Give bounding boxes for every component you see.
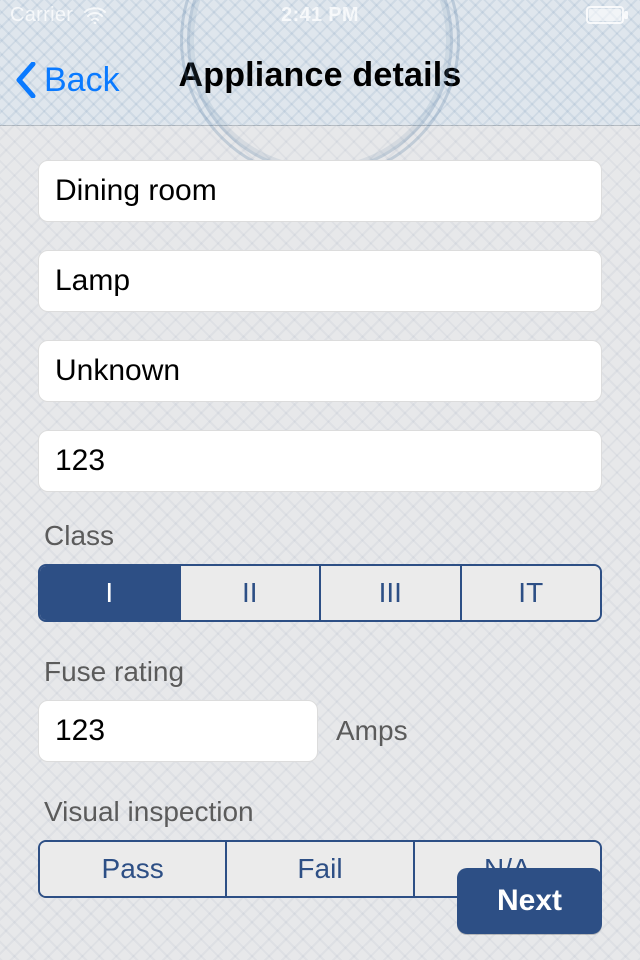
next-button[interactable]: Next	[457, 868, 602, 934]
class-segmented[interactable]: IIIIIIIT	[38, 564, 602, 622]
appliance-field[interactable]	[38, 250, 602, 312]
class-option-it[interactable]: IT	[460, 566, 601, 620]
appliance-input[interactable]	[55, 264, 585, 298]
wifi-icon	[83, 6, 107, 24]
class-label: Class	[44, 520, 602, 552]
page-title: Appliance details	[0, 56, 640, 95]
status-time: 2:41 PM	[281, 4, 359, 27]
nav-header: Carrier 2:41 PM Back Appliance details	[0, 0, 640, 126]
carrier-label: Carrier	[10, 4, 73, 27]
serial-input[interactable]	[55, 444, 585, 478]
fuse-label: Fuse rating	[44, 656, 602, 688]
visual-label: Visual inspection	[44, 796, 602, 828]
fuse-unit: Amps	[336, 715, 408, 747]
visual-option-pass[interactable]: Pass	[40, 842, 225, 896]
class-option-iii[interactable]: III	[319, 566, 460, 620]
fuse-field[interactable]	[38, 700, 318, 762]
visual-option-fail[interactable]: Fail	[225, 842, 412, 896]
location-field[interactable]	[38, 160, 602, 222]
location-input[interactable]	[55, 174, 585, 208]
fuse-input[interactable]	[55, 714, 301, 748]
manufacturer-input[interactable]	[55, 354, 585, 388]
class-option-i[interactable]: I	[40, 566, 179, 620]
battery-icon	[586, 6, 630, 24]
class-option-ii[interactable]: II	[179, 566, 320, 620]
serial-field[interactable]	[38, 430, 602, 492]
manufacturer-field[interactable]	[38, 340, 602, 402]
fuse-row: Amps	[38, 700, 602, 762]
status-bar: Carrier 2:41 PM	[0, 0, 640, 30]
content: Class IIIIIIIT Fuse rating Amps Visual i…	[0, 160, 640, 960]
